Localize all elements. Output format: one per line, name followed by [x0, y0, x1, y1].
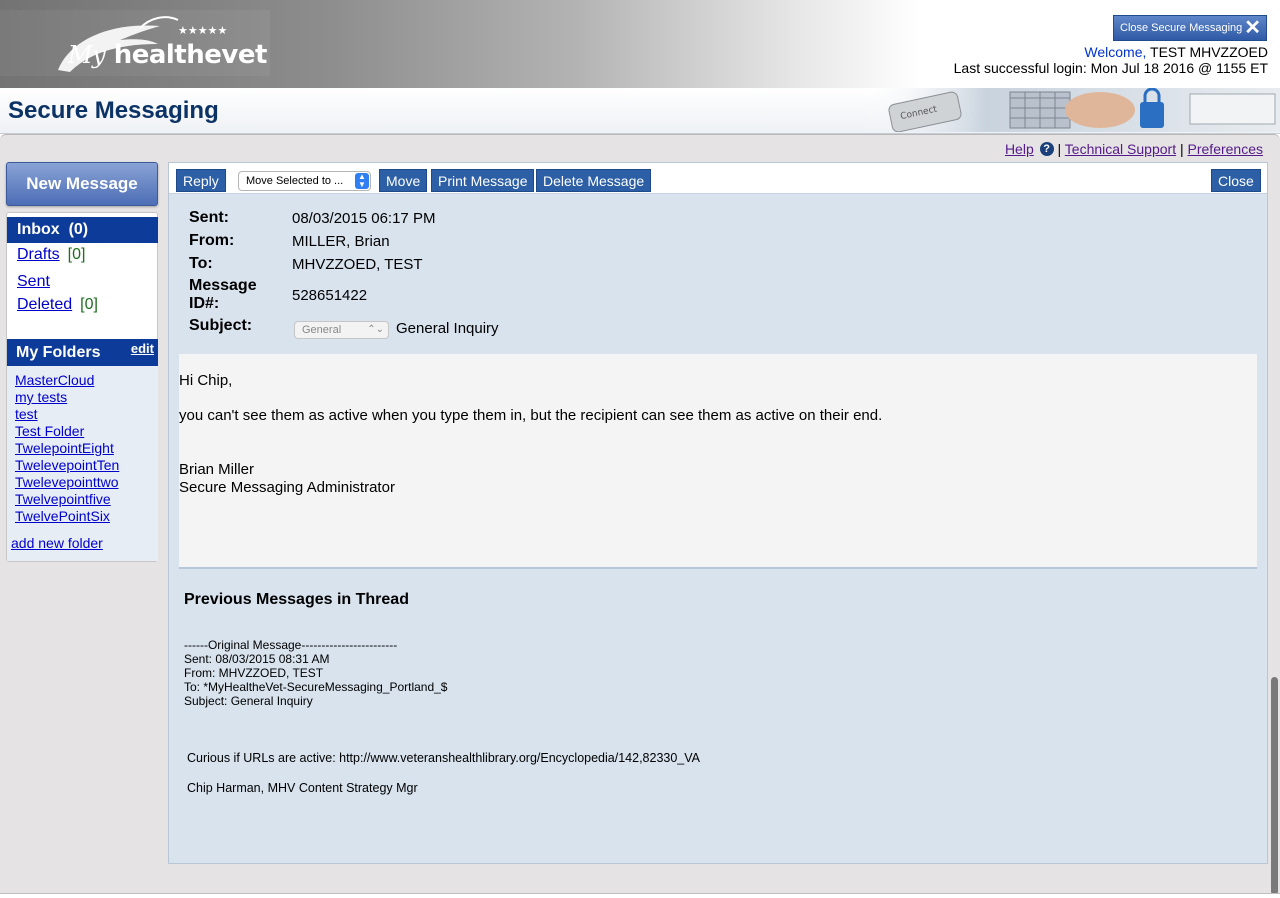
subject-value: General Inquiry — [396, 320, 499, 337]
original-body-url-line: Curious if URLs are active: http://www.v… — [187, 751, 701, 765]
close-message-button[interactable]: Close — [1211, 169, 1261, 192]
page-title: Secure Messaging — [8, 97, 219, 124]
original-to: To: *MyHealtheVet-SecureMessaging_Portla… — [184, 680, 448, 694]
move-selected-value: Move Selected to ... — [246, 175, 344, 187]
from-value: MILLER, Brian — [292, 233, 390, 250]
help-link[interactable]: Help — [1005, 141, 1034, 157]
original-sent: Sent: 08/03/2015 08:31 AM — [184, 652, 330, 666]
folder-link-twelevepointten[interactable]: TwelevepointTen — [15, 457, 119, 473]
body-greeting: Hi Chip, — [179, 372, 233, 389]
sidebar-item-deleted: Deleted [0] — [17, 296, 98, 314]
add-new-folder-link[interactable]: add new folder — [11, 535, 103, 551]
deleted-link[interactable]: Deleted — [17, 296, 72, 313]
select-arrows-icon: ⌃⌄ — [367, 324, 384, 335]
inbox-count: (0) — [68, 221, 89, 238]
print-message-button[interactable]: Print Message — [431, 169, 535, 192]
move-selected-dropdown[interactable]: Move Selected to ... ▲ ▼ — [238, 171, 371, 191]
close-secure-messaging-label: Close Secure Messaging — [1120, 22, 1243, 34]
reply-button[interactable]: Reply — [176, 169, 226, 192]
message-body — [179, 354, 1257, 569]
original-message-divider: ------Original Message------------------… — [184, 638, 398, 652]
utility-links: Help ? | Technical Support | Preferences — [1005, 141, 1263, 157]
sent-label: Sent: — [189, 209, 229, 226]
folder-link-test[interactable]: test — [15, 406, 38, 422]
move-button[interactable]: Move — [379, 169, 428, 192]
body-paragraph: you can't see them as active when you ty… — [179, 407, 883, 424]
logo-wordmark: My healthevet — [68, 40, 267, 70]
close-icon: ✕ — [1244, 17, 1261, 39]
body-signature-title: Secure Messaging Administrator — [179, 479, 395, 496]
keyboard-banner-image: Connect — [860, 88, 1280, 132]
scrollbar-thumb[interactable] — [1271, 677, 1278, 895]
folder-link-test-folder[interactable]: Test Folder — [15, 423, 84, 439]
message-id-label: Message ID#: — [189, 277, 257, 313]
folder-link-my-tests[interactable]: my tests — [15, 389, 67, 405]
original-from: From: MHVZZOED, TEST — [184, 666, 324, 680]
drafts-count: [0] — [67, 246, 86, 263]
from-label: From: — [189, 232, 235, 249]
edit-folders-link[interactable]: edit — [131, 335, 154, 362]
user-name: TEST MHVZZOED — [1150, 44, 1268, 60]
subject-label: Subject: — [189, 317, 253, 334]
technical-support-link[interactable]: Technical Support — [1065, 141, 1176, 157]
previous-messages-title: Previous Messages in Thread — [184, 591, 409, 608]
site-header: ★★★★★ My healthevet Close Secure Messagi… — [0, 0, 1280, 88]
myhealthevet-logo[interactable]: ★★★★★ My healthevet — [0, 10, 270, 76]
folder-link-twelevepointtwo[interactable]: Twelevepointtwo — [15, 474, 119, 490]
sent-value: 08/03/2015 06:17 PM — [292, 210, 436, 227]
welcome-block: Welcome, TEST MHVZZOED Last successful l… — [954, 44, 1268, 76]
help-icon[interactable]: ? — [1039, 142, 1054, 156]
last-login: Last successful login: Mon Jul 18 2016 @… — [953, 60, 1268, 76]
my-folders-header: My Folders edit — [7, 339, 158, 366]
delete-message-button[interactable]: Delete Message — [536, 169, 652, 192]
sent-link[interactable]: Sent — [17, 273, 50, 290]
preferences-link[interactable]: Preferences — [1188, 141, 1263, 157]
message-id-label-line2: ID#: — [189, 295, 220, 312]
separator: | — [1057, 141, 1062, 157]
folder-link-twelvepointfive[interactable]: Twelvepointfive — [15, 491, 111, 507]
new-message-button[interactable]: New Message — [6, 162, 158, 206]
inbox-label: Inbox — [17, 221, 60, 238]
welcome-label: Welcome, — [1084, 44, 1147, 60]
original-subject: Subject: General Inquiry — [184, 694, 313, 708]
subject-category-select: General ⌃⌄ — [294, 321, 389, 339]
folder-link-twelepointeight[interactable]: TwelepointEight — [15, 440, 114, 456]
sidebar-item-inbox[interactable]: Inbox (0) — [7, 217, 158, 243]
drafts-link[interactable]: Drafts — [17, 246, 60, 263]
sidebar-item-sent: Sent — [17, 273, 50, 291]
message-id-value: 528651422 — [292, 287, 368, 304]
deleted-count: [0] — [80, 296, 98, 313]
subject-category-value: General — [302, 324, 342, 336]
original-body-signature: Chip Harman, MHV Content Strategy Mgr — [187, 781, 418, 795]
stars-icon: ★★★★★ — [178, 24, 227, 37]
folder-link-twelvepointsix[interactable]: TwelvePointSix — [15, 508, 110, 524]
message-id-label-line1: Message — [189, 277, 257, 294]
folder-link-mastercloud[interactable]: MasterCloud — [15, 372, 94, 388]
to-value: MHVZZOED, TEST — [292, 256, 423, 273]
to-label: To: — [189, 255, 213, 272]
body-signature-name: Brian Miller — [179, 461, 255, 478]
separator: | — [1179, 141, 1184, 157]
my-folders-label: My Folders — [16, 344, 101, 361]
sidebar-item-drafts: Drafts [0] — [17, 246, 85, 264]
close-secure-messaging-button[interactable]: Close Secure Messaging ✕ — [1113, 15, 1267, 41]
select-stepper-icon: ▲ ▼ — [355, 173, 369, 189]
page-bottom-edge — [0, 893, 1280, 898]
